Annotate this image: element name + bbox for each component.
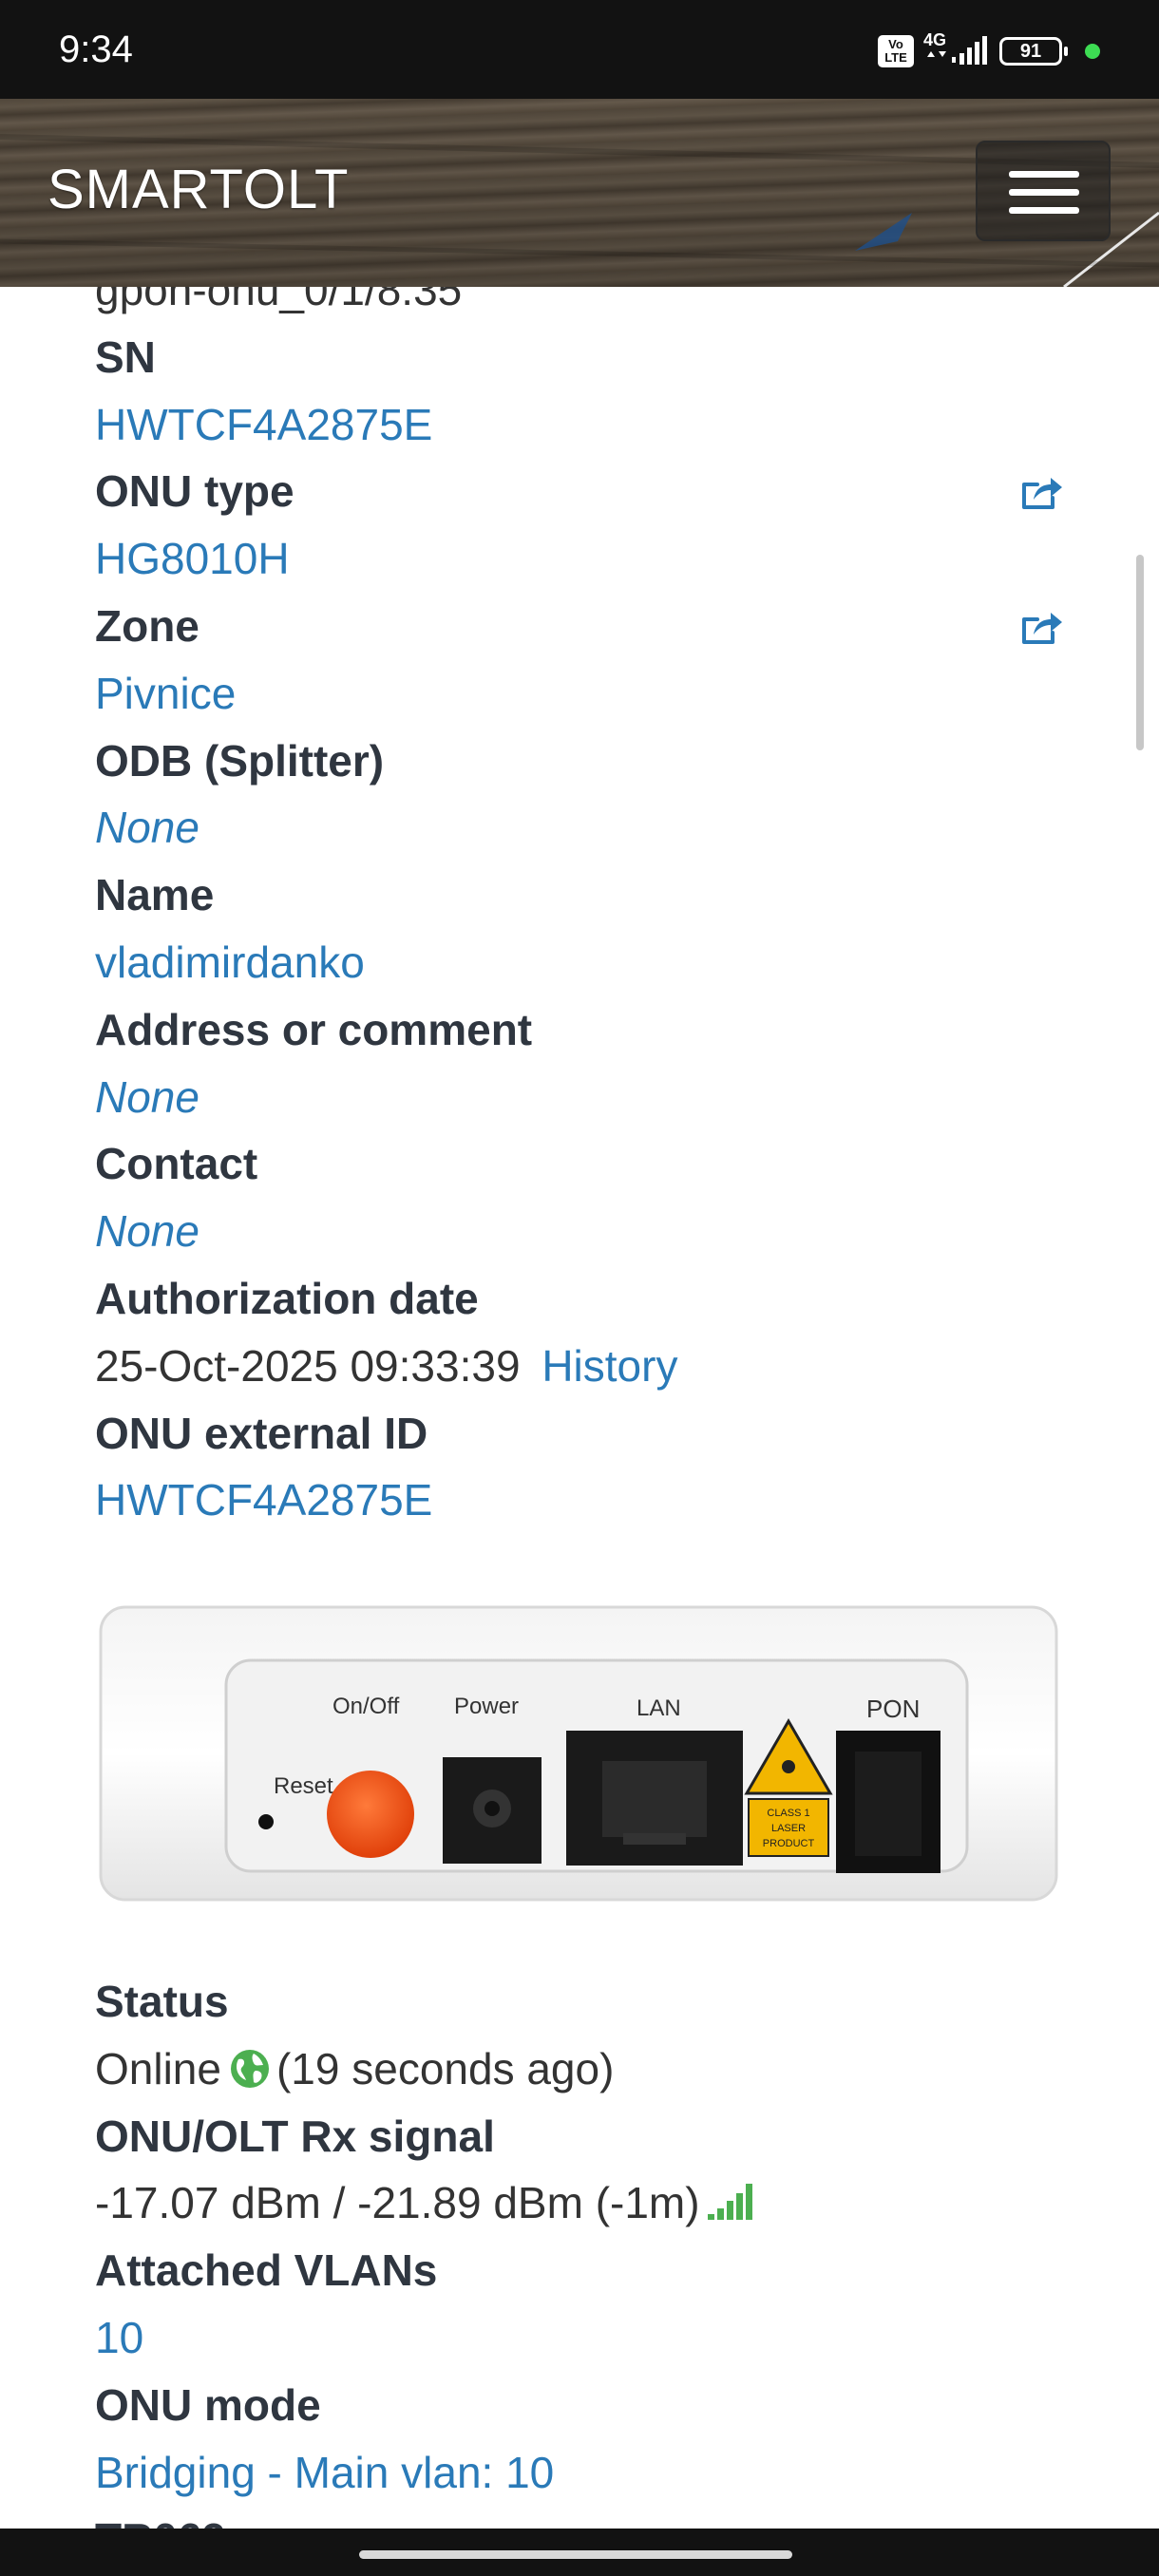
rx-value-row: -17.07 dBm / -21.89 dBm (-1m) <box>95 2169 1074 2237</box>
name-value[interactable]: vladimirdanko <box>95 938 365 987</box>
onoff-label: On/Off <box>332 1694 400 1719</box>
address-value[interactable]: None <box>95 1072 200 1122</box>
app-header: SMARTOLT <box>0 99 1159 287</box>
globe-icon <box>230 2049 269 2088</box>
external-id-value-row: HWTCF4A2875E <box>95 1467 1074 1534</box>
vlans-value[interactable]: 10 <box>95 2313 143 2362</box>
auth-date-value: 25-Oct-2025 09:33:39 <box>95 1340 521 1391</box>
onu-port-value: gpon-onu_0/1/8:35 <box>95 287 463 314</box>
rx-label-row: ONU/OLT Rx signal <box>95 2103 1074 2170</box>
tr069-label-partial: TR069 <box>95 2514 226 2529</box>
onu-type-edit-icon[interactable] <box>1020 473 1064 511</box>
home-gesture-pill[interactable] <box>359 2550 792 2559</box>
status-label-row: Status <box>95 1968 1074 2036</box>
zone-edit-icon[interactable] <box>1020 608 1064 646</box>
status-value-row: Online (19 seconds ago) <box>95 2036 1074 2103</box>
status-icons: Vo LTE 4G 91 <box>878 30 1100 68</box>
hamburger-menu-icon[interactable] <box>976 141 1111 241</box>
onu-info-list: gpon-onu_0/1/8:35 SN HWTCF4A2875E ONU ty… <box>95 287 1074 1534</box>
history-link[interactable]: History <box>542 1341 677 1391</box>
reset-label: Reset <box>274 1773 333 1799</box>
name-label: Name <box>95 870 215 920</box>
auth-date-value-row: 25-Oct-2025 09:33:39 History <box>95 1333 1074 1400</box>
privacy-indicator-dot <box>1085 44 1100 59</box>
contact-value-row: None <box>95 1198 1074 1265</box>
auth-date-label: Authorization date <box>95 1273 479 1323</box>
port-row: gpon-onu_0/1/8:35 <box>95 287 1074 324</box>
next-label-row: TR069 <box>95 2506 1074 2529</box>
onu-type-label-row: ONU type <box>95 458 1074 525</box>
contact-label: Contact <box>95 1139 258 1189</box>
address-label-row: Address or comment <box>95 996 1074 1064</box>
sn-label-row: SN <box>95 324 1074 391</box>
external-id-label-row: ONU external ID <box>95 1400 1074 1468</box>
laser-label-line3: PRODUCT <box>763 1838 815 1849</box>
network-signal-icon: 4G <box>923 30 990 68</box>
odb-label: ODB (Splitter) <box>95 735 385 786</box>
status-label: Status <box>95 1977 229 2026</box>
onu-type-label: ONU type <box>95 466 294 517</box>
odb-label-row: ODB (Splitter) <box>95 728 1074 795</box>
system-status-bar: 9:34 Vo LTE 4G 91 <box>0 0 1159 99</box>
name-label-row: Name <box>95 862 1074 929</box>
sn-value-row: HWTCF4A2875E <box>95 391 1074 459</box>
brand-logo[interactable]: SMARTOLT <box>48 158 349 221</box>
battery-icon: 91 <box>999 37 1068 66</box>
onu-mode-label-row: ONU mode <box>95 2372 1074 2439</box>
laser-label-line2: LASER <box>771 1823 806 1834</box>
onu-device-image: Reset On/Off Power LAN CLASS 1 LASER PRO… <box>99 1605 1058 1902</box>
vlans-value-row: 10 <box>95 2304 1074 2372</box>
power-label: Power <box>454 1694 519 1719</box>
onu-status-list: Status Online (19 seconds ago) ONU/OLT R… <box>95 1968 1074 2529</box>
external-id-label: ONU external ID <box>95 1408 428 1458</box>
volte-icon: Vo LTE <box>878 35 914 67</box>
external-id-value[interactable]: HWTCF4A2875E <box>95 1475 432 1525</box>
status-value: Online <box>95 2043 221 2093</box>
onu-mode-value-row: Bridging - Main vlan: 10 <box>95 2439 1074 2507</box>
onu-type-value[interactable]: HG8010H <box>95 534 290 583</box>
onu-mode-value[interactable]: Bridging - Main vlan: 10 <box>95 2448 554 2497</box>
sn-label: SN <box>95 331 156 382</box>
zone-label-row: Zone <box>95 593 1074 660</box>
laser-label-line1: CLASS 1 <box>767 1808 809 1819</box>
vlans-label-row: Attached VLANs <box>95 2237 1074 2304</box>
signal-bars-icon <box>707 2184 752 2221</box>
sn-value[interactable]: HWTCF4A2875E <box>95 400 432 449</box>
address-label: Address or comment <box>95 1004 533 1054</box>
contact-value[interactable]: None <box>95 1206 200 1256</box>
lan-label: LAN <box>636 1695 681 1721</box>
odb-value[interactable]: None <box>95 803 200 852</box>
rx-signal-value: -17.07 dBm / -21.89 dBm (-1m) <box>95 2178 700 2228</box>
odb-value-row: None <box>95 794 1074 862</box>
onu-details-panel: gpon-onu_0/1/8:35 SN HWTCF4A2875E ONU ty… <box>0 287 1159 2529</box>
name-value-row: vladimirdanko <box>95 929 1074 996</box>
auth-date-label-row: Authorization date <box>95 1265 1074 1333</box>
rx-signal-label: ONU/OLT Rx signal <box>95 2111 495 2161</box>
status-ago: (19 seconds ago) <box>276 2043 615 2093</box>
contact-label-row: Contact <box>95 1130 1074 1198</box>
pon-label: PON <box>866 1695 920 1723</box>
onu-mode-label: ONU mode <box>95 2379 321 2430</box>
zone-value[interactable]: Pivnice <box>95 669 236 718</box>
system-navigation-bar <box>0 2529 1159 2576</box>
onu-type-value-row: HG8010H <box>95 525 1074 593</box>
zone-label: Zone <box>95 600 200 651</box>
zone-value-row: Pivnice <box>95 660 1074 728</box>
address-value-row: None <box>95 1064 1074 1131</box>
page-scrollbar[interactable] <box>1136 555 1144 750</box>
vlans-label: Attached VLANs <box>95 2245 438 2296</box>
clock: 9:34 <box>59 28 133 70</box>
